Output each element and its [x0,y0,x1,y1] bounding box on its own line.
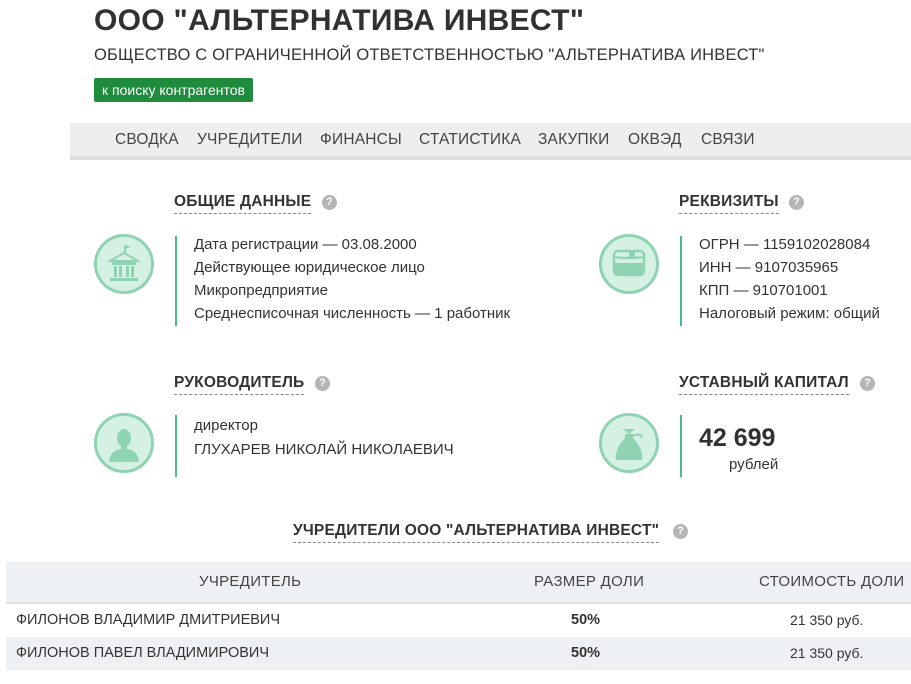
kpp-value: КПП — 910701001 [699,282,828,299]
table-row: ФИЛОНОВ ПАВЕЛ ВЛАДИМИРОВИЧ 50% 21 350 ру… [6,637,911,670]
founder-name[interactable]: ФИЛОНОВ ПАВЕЛ ВЛАДИМИРОВИЧ [16,637,269,670]
person-icon [94,413,154,473]
capital-divider [680,415,682,477]
tax-regime: Налоговый режим: общий [699,305,880,322]
capital-title: УСТАВНЫЙ КАПИТАЛ [679,374,849,395]
tab-statistics[interactable]: СТАТИСТИКА [419,123,521,156]
tab-finances[interactable]: ФИНАНСЫ [320,123,402,156]
money-bag-icon [599,413,659,473]
founder-share-cost: 21 350 руб. [790,612,864,628]
company-full-name: ОБЩЕСТВО С ОГРАНИЧЕННОЙ ОТВЕТСТВЕННОСТЬЮ… [94,46,765,64]
document-card-icon [599,234,659,294]
table-header: УЧРЕДИТЕЛЬ РАЗМЕР ДОЛИ СТОИМОСТЬ ДОЛИ [6,562,911,604]
manager-help-icon[interactable]: ? [315,376,330,391]
tab-okved[interactable]: ОКВЭД [628,123,682,156]
founders-title: УЧРЕДИТЕЛИ ООО "АЛЬТЕРНАТИВА ИНВЕСТ" [293,522,660,543]
founder-share-cost: 21 350 руб. [790,645,864,661]
manager-position: директор [194,417,258,434]
general-help-icon[interactable]: ? [322,195,337,210]
requisites-divider [680,236,682,326]
requisites-help-icon[interactable]: ? [789,195,804,210]
manager-name[interactable]: ГЛУХАРЕВ НИКОЛАЙ НИКОЛАЕВИЧ [194,441,454,458]
founders-table: УЧРЕДИТЕЛЬ РАЗМЕР ДОЛИ СТОИМОСТЬ ДОЛИ ФИ… [6,562,911,670]
government-building-icon [94,234,154,294]
legal-status: Действующее юридическое лицо [194,259,425,276]
tab-founders[interactable]: УЧРЕДИТЕЛИ [197,123,303,156]
capital-help-icon[interactable]: ? [860,376,875,391]
tab-purchases[interactable]: ЗАКУПКИ [538,123,609,156]
founder-name[interactable]: ФИЛОНОВ ВЛАДИМИР ДМИТРИЕВИЧ [16,604,280,637]
business-size: Микропредприятие [194,282,328,299]
company-title: ООО "АЛЬТЕРНАТИВА ИНВЕСТ" [94,4,585,37]
tab-links[interactable]: СВЯЗИ [701,123,755,156]
inn-value: ИНН — 9107035965 [699,259,839,276]
manager-title: РУКОВОДИТЕЛЬ [174,374,305,395]
founders-help-icon[interactable]: ? [673,524,688,539]
back-to-search-button[interactable]: к поиску контрагентов [94,78,253,102]
manager-divider [175,415,177,477]
ogrn-value: ОГРН — 1159102028084 [699,236,871,253]
column-share-cost: СТОИМОСТЬ ДОЛИ [759,573,905,590]
column-founder: УЧРЕДИТЕЛЬ [199,573,302,590]
capital-amount: 42 699 [699,424,776,452]
section-nav: СВОДКА УЧРЕДИТЕЛИ ФИНАНСЫ СТАТИСТИКА ЗАК… [70,123,911,160]
founder-share: 50% [571,645,601,661]
capital-currency: рублей [729,456,779,473]
general-divider [175,236,177,326]
table-row: ФИЛОНОВ ВЛАДИМИР ДМИТРИЕВИЧ 50% 21 350 р… [6,604,911,637]
founder-share: 50% [571,612,601,628]
employee-count: Среднесписочная численность — 1 работник [194,305,511,322]
tab-summary[interactable]: СВОДКА [115,123,179,156]
column-share-size: РАЗМЕР ДОЛИ [534,573,645,590]
requisites-title: РЕКВИЗИТЫ [679,193,779,214]
registration-date: Дата регистрации — 03.08.2000 [194,236,417,253]
general-data-title: ОБЩИЕ ДАННЫЕ [174,193,312,214]
